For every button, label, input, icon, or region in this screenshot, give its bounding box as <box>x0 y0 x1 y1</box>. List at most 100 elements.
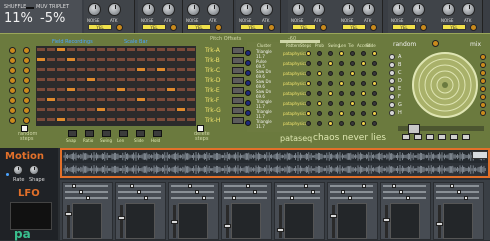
random-amount-knob[interactable] <box>389 70 395 76</box>
random-lamp[interactable] <box>480 78 486 84</box>
channel-slider-handle[interactable] <box>195 190 199 194</box>
voice-lamp[interactable] <box>320 24 327 31</box>
random-amount-knob[interactable] <box>389 62 395 68</box>
xy-pad[interactable] <box>178 203 208 239</box>
step-cell[interactable] <box>176 107 186 112</box>
track-select-button[interactable] <box>232 47 244 54</box>
xy-pad[interactable] <box>443 203 473 239</box>
param-led[interactable] <box>350 61 355 66</box>
noise-knob[interactable] <box>88 3 101 16</box>
param-led[interactable] <box>350 71 355 76</box>
param-led[interactable] <box>328 71 333 76</box>
step-cell[interactable] <box>136 57 146 62</box>
xy-pad[interactable] <box>231 203 261 239</box>
channel-slider-handle[interactable] <box>72 184 76 188</box>
step-cell[interactable] <box>106 47 116 52</box>
param-led[interactable] <box>372 121 377 126</box>
step-cell[interactable] <box>56 117 66 122</box>
step-cell[interactable] <box>96 47 106 52</box>
step-cell[interactable] <box>96 67 106 72</box>
step-cell[interactable] <box>56 57 66 62</box>
param-led[interactable] <box>339 71 344 76</box>
step-cell[interactable] <box>96 87 106 92</box>
param-led[interactable] <box>350 51 355 56</box>
step-cell[interactable] <box>36 77 46 82</box>
step-cell[interactable] <box>66 87 76 92</box>
voice-lamp[interactable] <box>170 24 177 31</box>
cluster-button[interactable] <box>245 70 251 76</box>
step-cell[interactable] <box>36 67 46 72</box>
atk-knob[interactable] <box>362 3 375 16</box>
step-cell[interactable] <box>86 67 96 72</box>
param-led[interactable] <box>361 71 366 76</box>
random-amount-knob[interactable] <box>389 78 395 84</box>
step-cell[interactable] <box>96 57 106 62</box>
step-cell[interactable] <box>56 67 66 72</box>
track-solo-lamp[interactable] <box>23 77 30 84</box>
grid-mode-button[interactable] <box>68 130 77 137</box>
step-cell[interactable] <box>136 117 146 122</box>
step-cell[interactable] <box>146 87 156 92</box>
step-cell[interactable] <box>106 107 116 112</box>
yel-button[interactable]: YEL <box>142 24 166 30</box>
step-cell[interactable] <box>186 67 196 72</box>
grid-mode-button[interactable] <box>102 130 111 137</box>
pitch-offset-slider[interactable] <box>280 40 320 43</box>
channel-slider[interactable] <box>436 185 479 187</box>
noise-knob[interactable] <box>240 3 253 16</box>
step-cell[interactable] <box>56 47 66 52</box>
channel-slider-handle[interactable] <box>406 196 410 200</box>
step-grid[interactable] <box>36 46 196 126</box>
yel-button[interactable]: YEL <box>187 24 211 30</box>
yel-button[interactable]: YEL <box>240 24 264 30</box>
random-lamp[interactable] <box>480 62 486 68</box>
step-cell[interactable] <box>46 57 56 62</box>
channel-slider-handle[interactable] <box>188 184 192 188</box>
yel-button[interactable]: YEL <box>292 24 316 30</box>
atk-knob[interactable] <box>260 3 273 16</box>
step-cell[interactable] <box>66 47 76 52</box>
step-cell[interactable] <box>176 47 186 52</box>
track-mute-lamp[interactable] <box>9 87 16 94</box>
step-cell[interactable] <box>106 97 116 102</box>
step-cell[interactable] <box>136 47 146 52</box>
param-led[interactable] <box>361 91 366 96</box>
step-cell[interactable] <box>146 47 156 52</box>
step-cell[interactable] <box>116 117 126 122</box>
channel-slider[interactable] <box>171 185 214 187</box>
track-mute-lamp[interactable] <box>9 97 16 104</box>
level-fader-track[interactable] <box>67 205 70 238</box>
step-cell[interactable] <box>116 67 126 72</box>
step-cell[interactable] <box>76 107 86 112</box>
track-select-button[interactable] <box>232 117 244 124</box>
param-led[interactable] <box>306 111 311 116</box>
param-led[interactable] <box>339 121 344 126</box>
param-led[interactable] <box>350 101 355 106</box>
step-cell[interactable] <box>116 97 126 102</box>
param-led[interactable] <box>361 51 366 56</box>
param-led[interactable] <box>361 111 366 116</box>
step-cell[interactable] <box>186 77 196 82</box>
track-mute-lamp[interactable] <box>9 67 16 74</box>
track-solo-lamp[interactable] <box>23 47 30 54</box>
step-cell[interactable] <box>126 117 136 122</box>
step-cell[interactable] <box>136 97 146 102</box>
mix-button[interactable] <box>438 134 446 140</box>
random-lamp[interactable] <box>480 70 486 76</box>
atk-knob[interactable] <box>462 3 475 16</box>
param-led[interactable] <box>317 51 322 56</box>
track-mute-lamp[interactable] <box>9 47 16 54</box>
track-mute-lamp[interactable] <box>9 77 16 84</box>
waveform-display[interactable] <box>60 148 490 178</box>
mix-button[interactable] <box>402 134 410 140</box>
grid-mode-button[interactable] <box>119 130 128 137</box>
channel-slider-handle[interactable] <box>86 196 90 200</box>
step-cell[interactable] <box>156 97 166 102</box>
param-led[interactable] <box>328 91 333 96</box>
channel-slider-handle[interactable] <box>457 190 461 194</box>
step-cell[interactable] <box>186 87 196 92</box>
random-lamp[interactable] <box>480 86 486 92</box>
param-led[interactable] <box>361 101 366 106</box>
random-lamp[interactable] <box>480 54 486 60</box>
step-cell[interactable] <box>176 67 186 72</box>
